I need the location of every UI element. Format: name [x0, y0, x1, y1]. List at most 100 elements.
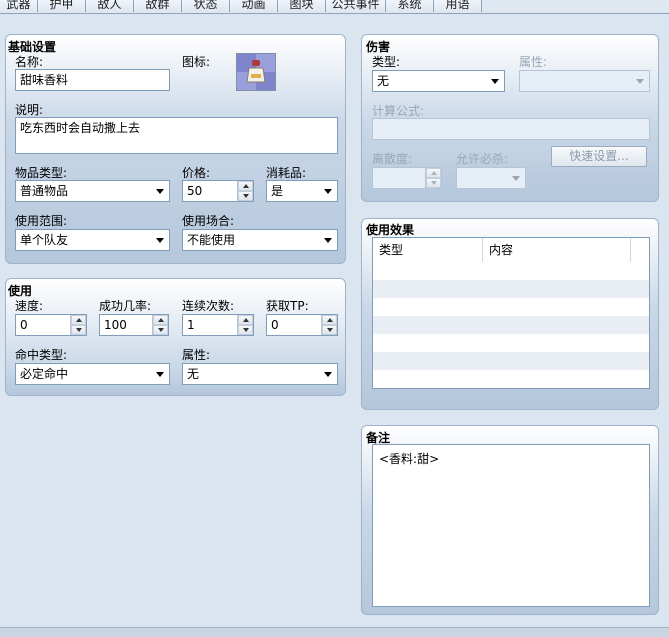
chevron-down-icon — [512, 176, 520, 181]
chevron-down-icon — [324, 189, 332, 194]
speed-stepper[interactable]: 0 — [15, 314, 87, 336]
tp-gain-stepper[interactable]: 0 — [266, 314, 338, 336]
tab-terms[interactable]: 用语 — [434, 0, 482, 12]
critical-select — [456, 167, 526, 189]
price-label: 价格: — [182, 166, 211, 180]
consumable-select[interactable]: 是 — [266, 180, 338, 202]
tab-bar: 武器 护甲 敌人 敌群 状态 动画 图块 公共事件 系统 用语 — [0, 0, 669, 14]
tab-troops[interactable]: 敌群 — [134, 0, 182, 12]
repeat-stepper[interactable]: 1 — [182, 314, 254, 336]
spin-up-icon — [426, 168, 441, 178]
scope-select[interactable]: 单个队友 — [15, 229, 170, 251]
usage-attribute-value: 无 — [187, 367, 200, 381]
effects-title: 使用效果 — [366, 223, 415, 237]
tp-gain-value: 0 — [271, 318, 279, 332]
effects-panel: 使用效果 类型 内容 — [361, 218, 659, 410]
table-row[interactable] — [373, 334, 649, 352]
chevron-down-icon — [324, 238, 332, 243]
tab-tilesets[interactable]: 图块 — [278, 0, 326, 12]
damage-attribute-select — [519, 70, 650, 92]
formula-label: 计算公式: — [372, 104, 425, 118]
spin-up-icon[interactable] — [238, 181, 253, 191]
damage-type-value: 无 — [377, 74, 390, 88]
basic-settings-panel: 基础设置 名称: 甜味香料 图标: 说明: 吃东西时会自动撒上去 物品类型: 普… — [5, 34, 346, 264]
variance-stepper — [372, 167, 442, 189]
spin-down-icon — [426, 178, 441, 188]
effects-col-content: 内容 — [483, 238, 631, 262]
item-type-select[interactable]: 普通物品 — [15, 180, 170, 202]
spin-down-icon[interactable] — [153, 325, 168, 335]
chevron-down-icon — [491, 79, 499, 84]
effects-table[interactable]: 类型 内容 — [372, 237, 650, 389]
damage-type-label: 类型: — [372, 55, 401, 69]
usage-attribute-label: 属性: — [182, 348, 211, 362]
price-stepper[interactable]: 50 — [182, 180, 254, 202]
spin-down-icon[interactable] — [322, 325, 337, 335]
effects-col-type: 类型 — [373, 238, 483, 262]
table-row[interactable] — [373, 316, 649, 334]
usage-panel: 使用 速度: 0 成功几率: 100 连续次数: 1 获取TP: 0 命中类型:… — [5, 278, 346, 396]
damage-type-select[interactable]: 无 — [372, 70, 505, 92]
tp-gain-label: 获取TP: — [266, 299, 309, 313]
table-row[interactable] — [373, 370, 649, 388]
table-row[interactable] — [373, 280, 649, 298]
tab-armors[interactable]: 护甲 — [38, 0, 86, 12]
tab-animations[interactable]: 动画 — [230, 0, 278, 12]
variance-label: 离散度: — [372, 152, 413, 166]
notes-input[interactable]: <香料:甜> — [372, 444, 650, 607]
spin-down-icon[interactable] — [238, 325, 253, 335]
chevron-down-icon — [156, 238, 164, 243]
hit-type-label: 命中类型: — [15, 348, 68, 362]
usage-attribute-select[interactable]: 无 — [182, 363, 338, 385]
success-rate-stepper[interactable]: 100 — [99, 314, 169, 336]
chevron-down-icon — [636, 79, 644, 84]
hit-type-value: 必定命中 — [20, 367, 69, 381]
spin-up-icon[interactable] — [238, 315, 253, 325]
description-label: 说明: — [15, 103, 44, 117]
spin-up-icon[interactable] — [322, 315, 337, 325]
consumable-label: 消耗品: — [266, 166, 307, 180]
spin-down-icon[interactable] — [238, 191, 253, 201]
table-row[interactable] — [373, 298, 649, 316]
consumable-value: 是 — [271, 184, 284, 198]
name-input[interactable]: 甜味香料 — [15, 69, 170, 91]
icon-picker[interactable] — [236, 53, 276, 91]
occasion-value: 不能使用 — [187, 233, 236, 247]
occasion-label: 使用场合: — [182, 214, 235, 228]
tab-weapons[interactable]: 武器 — [0, 0, 38, 12]
table-row[interactable] — [373, 352, 649, 370]
chevron-down-icon — [156, 189, 164, 194]
chevron-down-icon — [156, 372, 164, 377]
critical-label: 允许必杀: — [456, 152, 509, 166]
tab-states[interactable]: 状态 — [182, 0, 230, 12]
scope-value: 单个队友 — [20, 233, 69, 247]
occasion-select[interactable]: 不能使用 — [182, 229, 338, 251]
item-type-value: 普通物品 — [20, 184, 69, 198]
notes-panel: 备注 <香料:甜> — [361, 425, 659, 615]
hit-type-select[interactable]: 必定命中 — [15, 363, 170, 385]
description-input[interactable]: 吃东西时会自动撒上去 — [15, 117, 338, 154]
damage-panel: 伤害 类型: 无 属性: 计算公式: 离散度: 允许必杀: 快速设置... — [361, 34, 659, 202]
spice-bottle-icon — [237, 54, 275, 90]
icon-label: 图标: — [182, 55, 211, 69]
price-value: 50 — [187, 184, 203, 198]
damage-attribute-label: 属性: — [519, 55, 548, 69]
item-type-label: 物品类型: — [15, 166, 68, 180]
scope-label: 使用范围: — [15, 214, 68, 228]
spin-down-icon[interactable] — [71, 325, 86, 335]
speed-label: 速度: — [15, 299, 44, 313]
chevron-down-icon — [324, 372, 332, 377]
tab-system[interactable]: 系统 — [386, 0, 434, 12]
repeat-value: 1 — [187, 318, 195, 332]
spin-up-icon[interactable] — [71, 315, 86, 325]
quick-setup-button: 快速设置... — [551, 146, 647, 167]
success-rate-value: 100 — [104, 318, 127, 332]
spin-up-icon[interactable] — [153, 315, 168, 325]
speed-value: 0 — [20, 318, 28, 332]
tab-enemies[interactable]: 敌人 — [86, 0, 134, 12]
success-rate-label: 成功几率: — [99, 299, 152, 313]
name-label: 名称: — [15, 55, 44, 69]
tab-common-events[interactable]: 公共事件 — [326, 0, 386, 12]
formula-input — [372, 118, 650, 140]
repeat-label: 连续次数: — [182, 299, 235, 313]
